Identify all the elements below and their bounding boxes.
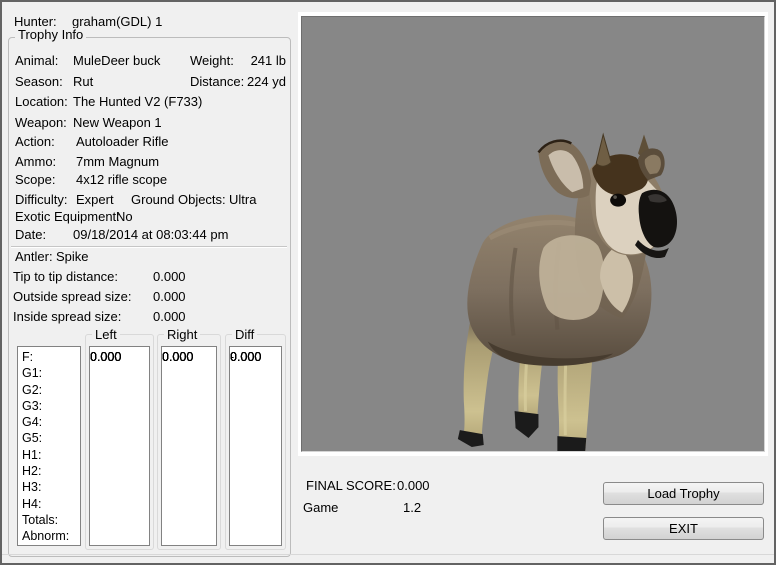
measure-cell-label: H4: bbox=[18, 496, 80, 512]
hunter-value: graham(GDL) 1 bbox=[72, 15, 162, 29]
measure-cell-label: H3: bbox=[18, 479, 80, 495]
scope-value: 4x12 rifle scope bbox=[76, 173, 167, 187]
window-bottom-edge bbox=[2, 554, 774, 555]
measure-cell-label: G1: bbox=[18, 365, 80, 381]
left-column-header: Left bbox=[92, 328, 120, 341]
measure-cell-label: F: bbox=[18, 349, 80, 365]
distance-label: Distance: bbox=[190, 75, 244, 89]
trophy-info-groupbox: Trophy Info Animal: MuleDeer buck Weight… bbox=[8, 37, 291, 557]
final-score-label: FINAL SCORE: bbox=[306, 479, 396, 493]
measure-diff-listbox[interactable]: 0.0000.0000.0000.0000.0000.0000.0000.000… bbox=[229, 346, 282, 546]
action-value: Autoloader Rifle bbox=[76, 135, 169, 149]
animal-label: Animal: bbox=[15, 54, 58, 68]
measure-right-listbox[interactable]: 0.0000.0000.0000.0000.0000.0000.0000.000… bbox=[161, 346, 217, 546]
render-frame bbox=[298, 12, 768, 456]
animal-value: MuleDeer buck bbox=[73, 54, 160, 68]
trophy-info-title: Trophy Info bbox=[15, 28, 86, 42]
measure-cell-diff: - bbox=[230, 349, 239, 365]
measure-cell-label: H1: bbox=[18, 447, 80, 463]
exotic-equipment-label: Exotic Equipment: bbox=[15, 210, 120, 224]
measure-labels-listbox[interactable]: F:G1:G2:G3:G4:G5:H1:H2:H3:H4:Totals:Abno… bbox=[17, 346, 81, 546]
ground-objects-value: Ultra bbox=[229, 193, 256, 207]
measure-cell-label: G2: bbox=[18, 382, 80, 398]
antler-type-label: Antler: bbox=[15, 250, 53, 264]
weight-value: 241 lb bbox=[251, 54, 286, 68]
right-column-header: Right bbox=[164, 328, 200, 341]
outside-spread-value: 0.000 bbox=[153, 290, 186, 304]
inside-spread-value: 0.000 bbox=[153, 310, 186, 324]
measure-cell-label: H2: bbox=[18, 463, 80, 479]
measure-cell-label: G4: bbox=[18, 414, 80, 430]
tip-to-tip-value: 0.000 bbox=[153, 270, 186, 284]
deer-render bbox=[302, 17, 764, 451]
render-viewport[interactable] bbox=[301, 16, 765, 452]
ammo-value: 7mm Magnum bbox=[76, 155, 159, 169]
exit-button[interactable]: EXIT bbox=[603, 517, 764, 540]
inside-spread-label: Inside spread size: bbox=[13, 310, 121, 324]
season-label: Season: bbox=[15, 75, 63, 89]
difficulty-value: Expert bbox=[76, 193, 114, 207]
weapon-label: Weapon: bbox=[15, 116, 67, 130]
weight-label: Weight: bbox=[190, 54, 234, 68]
section-separator bbox=[11, 246, 287, 248]
location-value: The Hunted V2 (F733) bbox=[73, 95, 202, 109]
measure-cell-right: 0.000 bbox=[162, 349, 198, 365]
diff-column-header: Diff bbox=[232, 328, 257, 341]
measure-cell-label: G5: bbox=[18, 430, 80, 446]
measure-left-listbox[interactable]: 0.0000.0000.0000.0000.0000.0000.0000.000… bbox=[89, 346, 150, 546]
measure-cell-left: 0.000 bbox=[90, 349, 126, 365]
measure-cell-label: Totals: bbox=[18, 512, 80, 528]
final-score-value: 0.000 bbox=[397, 479, 430, 493]
action-label: Action: bbox=[15, 135, 55, 149]
antler-type-value: Spike bbox=[56, 250, 89, 264]
load-trophy-button[interactable]: Load Trophy bbox=[603, 482, 764, 505]
ammo-label: Ammo: bbox=[15, 155, 56, 169]
date-label: Date: bbox=[15, 228, 46, 242]
measure-cell-label: Abnorm: bbox=[18, 528, 80, 544]
ground-objects-label: Ground Objects: bbox=[131, 193, 226, 207]
tip-to-tip-label: Tip to tip distance: bbox=[13, 270, 118, 284]
trophy-viewer-window: Hunter: graham(GDL) 1 Trophy Info Animal… bbox=[0, 0, 776, 565]
weapon-value: New Weapon 1 bbox=[73, 116, 162, 130]
game-version-value: 1.2 bbox=[403, 501, 421, 515]
season-value: Rut bbox=[73, 75, 93, 89]
location-label: Location: bbox=[15, 95, 68, 109]
outside-spread-label: Outside spread size: bbox=[13, 290, 132, 304]
difficulty-label: Difficulty: bbox=[15, 193, 68, 207]
game-version-label: Game bbox=[303, 501, 338, 515]
exotic-equipment-value: No bbox=[116, 210, 133, 224]
scope-label: Scope: bbox=[15, 173, 55, 187]
date-value: 09/18/2014 at 08:03:44 pm bbox=[73, 228, 228, 242]
distance-value: 224 yd bbox=[247, 75, 286, 89]
measure-cell-label: G3: bbox=[18, 398, 80, 414]
